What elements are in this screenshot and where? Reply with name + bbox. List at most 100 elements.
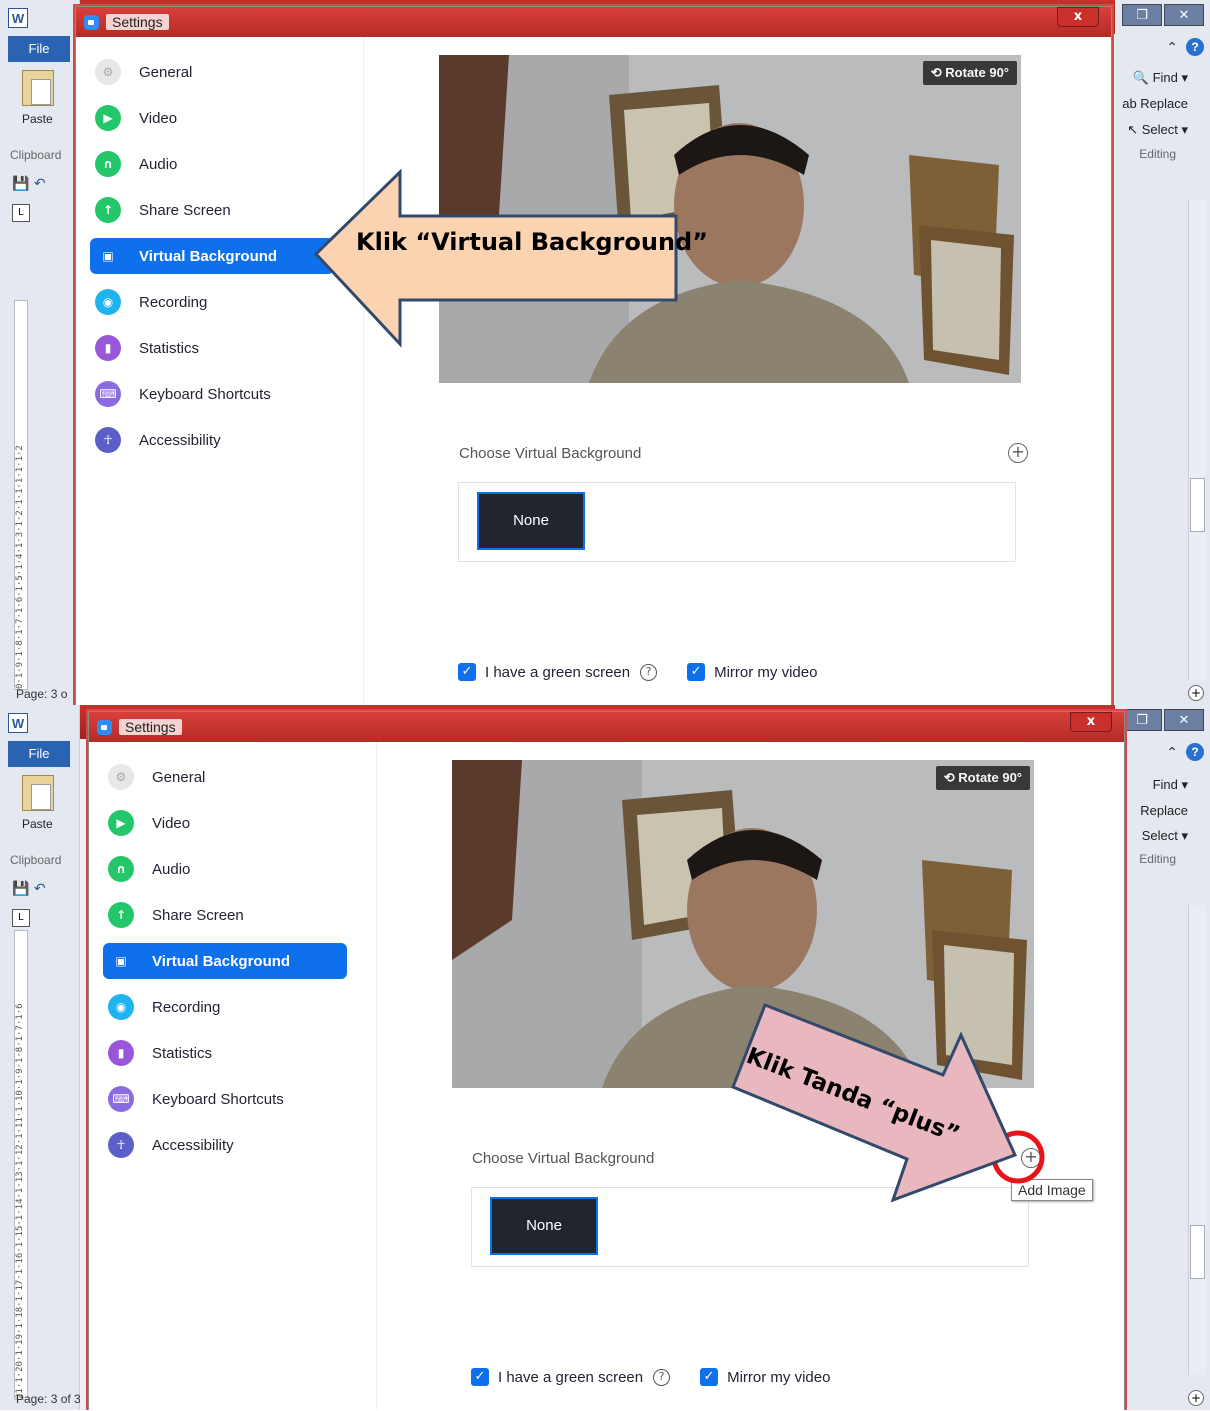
choose-background-label: Choose Virtual Background [459,445,642,462]
sidebar-item-audio[interactable]: ∩ Audio [103,851,347,887]
vertical-ruler: 0·1·9·1·8·1·7·1·6·1·5·1·4·1·3·1·2·1·1·1·… [14,300,28,690]
rotate-button[interactable]: ⟲ Rotate 90° [935,766,1030,790]
green-screen-checkbox[interactable]: ✓ [458,663,476,681]
find-button[interactable]: Find ▾ [1153,777,1188,793]
accessibility-icon: ☥ [95,427,121,453]
sidebar-item-label: Audio [139,155,178,173]
sidebar-item-video[interactable]: ▶ Video [90,100,334,136]
headphones-icon: ∩ [108,856,134,882]
portrait-icon: ▣ [115,954,127,968]
gear-icon: ⚙ [108,764,134,790]
checkbox-row: ✓ I have a green screen ? ✓ Mirror my vi… [458,663,817,681]
sidebar-item-statistics[interactable]: ▮ Statistics [103,1035,347,1071]
callout-arrow-left [313,168,678,348]
sidebar-item-keyboard-shortcuts[interactable]: ⌨ Keyboard Shortcuts [90,376,334,412]
word-window-buttons: ❐ ✕ [1122,709,1204,731]
find-button[interactable]: 🔍 Find ▾ [1133,70,1188,86]
file-tab[interactable]: File [8,741,70,767]
background-gallery: None [458,482,1016,562]
sidebar-item-general[interactable]: ⚙ General [90,54,334,90]
select-button[interactable]: Select ▾ [1142,828,1188,844]
background-none-tile[interactable]: None [477,492,585,550]
green-screen-label: I have a green screen [485,663,631,681]
scroll-thumb[interactable] [1190,478,1205,532]
sidebar-item-label: Recording [152,998,221,1016]
record-icon: ◉ [108,994,134,1020]
word-logo: W [8,713,28,733]
sidebar-item-virtual-background[interactable]: ▣ Virtual Background [103,943,347,979]
clipboard-group-label: Clipboard [10,148,62,162]
settings-title: Settings [106,14,169,30]
sidebar-item-label: Share Screen [152,906,244,924]
paste-icon[interactable] [22,70,54,106]
replace-button[interactable]: ab Replace [1122,96,1188,111]
paste-button[interactable]: Paste [22,817,53,831]
sidebar-item-label: Video [152,814,191,832]
select-button[interactable]: ↖ Select ▾ [1127,122,1188,138]
sidebar-item-label: Statistics [152,1044,213,1062]
zoom-app-icon [97,720,112,735]
sidebar-item-recording[interactable]: ◉ Recording [90,284,334,320]
paste-button[interactable]: Paste [22,112,53,126]
tab-selector[interactable]: L [12,204,30,222]
close-icon[interactable]: ✕ [1164,4,1204,26]
sidebar-item-share-screen[interactable]: ↑ Share Screen [90,192,334,228]
vertical-scrollbar[interactable] [1188,200,1206,680]
portrait-icon: ▣ [102,249,114,263]
rotate-label: Rotate 90° [945,65,1009,80]
file-tab[interactable]: File [8,36,70,62]
sidebar-item-label: Keyboard Shortcuts [139,385,271,403]
replace-button[interactable]: Replace [1140,803,1188,818]
sidebar-item-general[interactable]: ⚙ General [103,759,347,795]
close-button[interactable]: x [1057,7,1099,27]
green-screen-checkbox[interactable]: ✓ [471,1368,489,1386]
collapse-ribbon-icon[interactable]: ⌃ [1166,40,1178,56]
settings-window: Settings x ⚙ General ▶ Video ∩ Audio ↑ Share… [75,6,1112,705]
zoom-app-icon [84,15,99,30]
page-status: Page: 3 o [16,687,68,701]
mirror-video-checkbox[interactable]: ✓ [700,1368,719,1386]
sidebar-item-accessibility[interactable]: ☥ Accessibility [90,422,334,458]
zoom-in-icon[interactable]: + [1188,1390,1204,1406]
sidebar-item-keyboard-shortcuts[interactable]: ⌨ Keyboard Shortcuts [103,1081,347,1117]
sidebar-item-label: Virtual Background [152,952,291,970]
mirror-video-label: Mirror my video [727,1368,831,1386]
settings-sidebar: ⚙ General ▶ Video ∩ Audio ↑ Share Screen ▣ Vi… [89,742,377,1410]
close-icon[interactable]: ✕ [1164,709,1204,731]
collapse-ribbon-icon[interactable]: ⌃ [1166,745,1178,761]
sidebar-item-virtual-background[interactable]: ▣ Virtual Background [90,238,334,274]
vertical-scrollbar[interactable] [1188,905,1206,1375]
restore-icon[interactable]: ❐ [1122,709,1162,731]
close-button[interactable]: x [1070,712,1112,732]
help-icon[interactable]: ? [1186,38,1204,56]
scroll-thumb[interactable] [1190,1225,1205,1279]
settings-content: ⟲ Rotate 90° Choose Virtual Background +… [364,37,1111,705]
add-image-icon[interactable]: + [1008,443,1028,463]
sidebar-item-audio[interactable]: ∩ Audio [90,146,334,182]
word-logo: W [8,8,28,28]
help-question-icon[interactable]: ? [640,663,658,681]
restore-icon[interactable]: ❐ [1122,4,1162,26]
screenshot-bottom: W File Paste Clipboard 💾 ↶ L 21·1·20·1·1… [0,705,1210,1410]
background-none-tile[interactable]: None [490,1197,598,1255]
paste-icon[interactable] [22,775,54,811]
zoom-in-icon[interactable]: + [1188,685,1204,701]
sidebar-item-label: Video [139,109,178,127]
rotate-button[interactable]: ⟲ Rotate 90° [922,61,1017,85]
editing-group-label: Editing [1139,147,1176,161]
editing-group-label: Editing [1139,852,1176,866]
sidebar-item-recording[interactable]: ◉ Recording [103,989,347,1025]
mirror-video-checkbox[interactable]: ✓ [687,663,706,681]
sidebar-item-share-screen[interactable]: ↑ Share Screen [103,897,347,933]
help-question-icon[interactable]: ? [653,1368,671,1386]
help-icon[interactable]: ? [1186,743,1204,761]
tab-selector[interactable]: L [12,909,30,927]
keyboard-icon: ⌨ [108,1086,134,1112]
gear-icon: ⚙ [95,59,121,85]
save-icon[interactable]: 💾 ↶ [12,881,46,897]
save-icon[interactable]: 💾 ↶ [12,176,46,192]
sidebar-item-video[interactable]: ▶ Video [103,805,347,841]
sidebar-item-accessibility[interactable]: ☥ Accessibility [103,1127,347,1163]
sidebar-item-statistics[interactable]: ▮ Statistics [90,330,334,366]
sidebar-item-label: Accessibility [152,1136,234,1154]
